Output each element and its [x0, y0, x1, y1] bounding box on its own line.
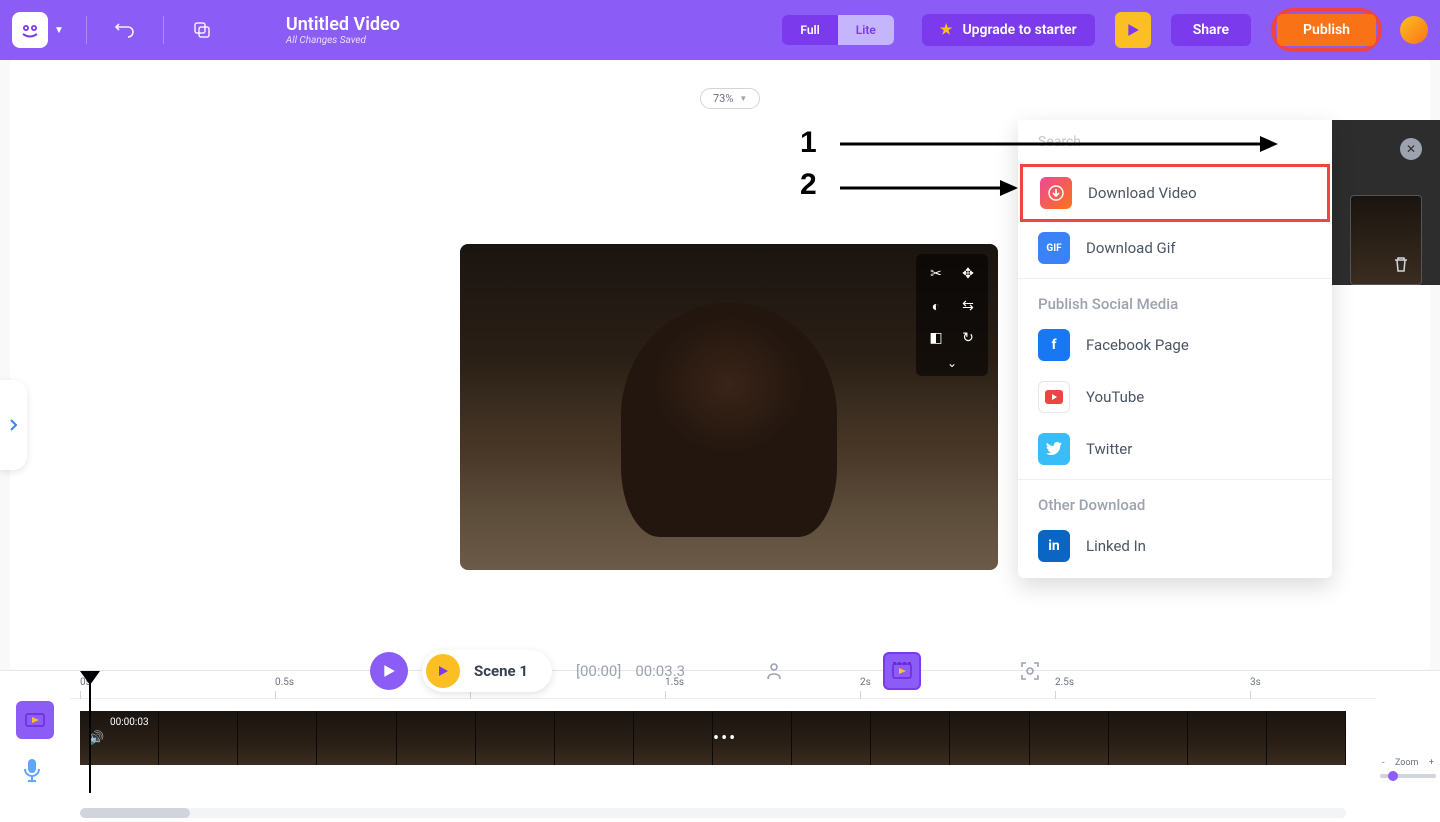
annotation-arrow-2 [840, 176, 1020, 200]
dropdown-item-label: Twitter [1086, 440, 1132, 458]
dropdown-item-label: Facebook Page [1086, 336, 1189, 354]
scrollbar-thumb[interactable] [80, 808, 190, 818]
video-preview[interactable]: ✂ ✥ ◐ ⇆ ◧ ↻ ⌄ [460, 244, 998, 570]
play-scene-button[interactable] [426, 654, 460, 688]
topbar: ▼ Untitled Video All Changes Saved Full … [0, 0, 1440, 60]
timeline-tools [0, 671, 70, 822]
user-avatar[interactable] [1400, 16, 1428, 44]
zoom-label: Zoom [1395, 758, 1418, 768]
divider [163, 16, 164, 44]
time-current: [00:00] [576, 662, 621, 680]
cut-icon[interactable]: ✂ [922, 260, 950, 288]
zoom-dropdown[interactable]: 73% ▼ [700, 88, 760, 109]
dropdown-item-download-video[interactable]: Download Video [1020, 164, 1330, 222]
timeline-scrollbar[interactable] [80, 808, 1346, 818]
timeline-clip[interactable]: 🔊 00:00:03 ••• [80, 711, 1346, 765]
play-all-button[interactable] [370, 652, 408, 690]
divider [1018, 479, 1332, 480]
contrast-icon[interactable]: ◐ [922, 292, 950, 320]
media-button[interactable] [883, 652, 921, 690]
download-gif-icon: GIF [1038, 232, 1070, 264]
dropdown-item-label: YouTube [1086, 388, 1144, 406]
download-video-icon [1040, 177, 1072, 209]
copy-button[interactable] [186, 16, 218, 44]
zoom-slider[interactable] [1380, 774, 1436, 778]
annotation-number-1: 1 [800, 126, 817, 160]
close-panel-button[interactable]: ✕ [1400, 138, 1422, 160]
publish-button[interactable]: Publish [1277, 14, 1376, 46]
timeline-video-track-button[interactable] [16, 701, 54, 739]
clip-options-icon[interactable]: ••• [713, 728, 737, 749]
dropdown-item-download-gif[interactable]: GIF Download Gif [1018, 222, 1332, 274]
timeline: 0s 0.5s 1s 1.5s 2s 2.5s 3s 🔊 00:00:03 ••… [0, 670, 1440, 822]
caret-down-icon: ▼ [739, 94, 747, 103]
dropdown-item-linkedin[interactable]: in Linked In [1018, 520, 1332, 572]
dropdown-section-social: Publish Social Media [1018, 283, 1332, 319]
playhead-line [89, 683, 91, 793]
logo-chevron-down-icon[interactable]: ▼ [54, 25, 64, 36]
expand-panel-handle[interactable] [0, 380, 27, 470]
delete-clip-icon[interactable] [1392, 255, 1414, 277]
zoom-slider-thumb[interactable] [1388, 771, 1398, 781]
mode-full-button[interactable]: Full [782, 15, 837, 45]
rotate-icon[interactable]: ↻ [954, 324, 982, 352]
dropdown-item-label: Download Video [1088, 184, 1197, 202]
time-total: 00:03.3 [635, 662, 685, 680]
app-logo[interactable] [12, 12, 48, 48]
expand-tools-icon[interactable]: ⌄ [922, 356, 982, 370]
workspace: 73% ▼ ✂ ✥ ◐ ⇆ ◧ ↻ ⌄ Sce [0, 60, 1440, 670]
upgrade-label: Upgrade to starter [962, 22, 1076, 38]
timeline-main[interactable]: 0s 0.5s 1s 1.5s 2s 2.5s 3s 🔊 00:00:03 ••… [70, 671, 1376, 822]
zoom-out-button[interactable]: - [1382, 758, 1385, 768]
video-title[interactable]: Untitled Video [286, 14, 400, 35]
divider [1018, 278, 1332, 279]
upgrade-button[interactable]: ★ Upgrade to starter [922, 14, 1095, 46]
zoom-in-button[interactable]: + [1429, 758, 1434, 768]
focus-icon[interactable] [1015, 656, 1045, 686]
dropdown-item-twitter[interactable]: Twitter [1018, 423, 1332, 475]
ruler-tick: 0.5s [275, 677, 294, 688]
timeline-zoom: - Zoom + [1380, 758, 1436, 778]
timeline-audio-button[interactable] [21, 757, 49, 785]
swap-icon[interactable]: ⇆ [954, 292, 982, 320]
preview-button[interactable] [1115, 12, 1151, 48]
playbar: Scene 1 [00:00] 00:03.3 [370, 650, 1045, 692]
annotation-number-2: 2 [800, 168, 817, 202]
save-status: All Changes Saved [286, 35, 400, 46]
dropdown-item-label: Download Gif [1086, 239, 1176, 257]
title-block: Untitled Video All Changes Saved [286, 14, 400, 46]
dropdown-item-youtube[interactable]: YouTube [1018, 371, 1332, 423]
dropdown-section-other: Other Download [1018, 484, 1332, 520]
mode-lite-button[interactable]: Lite [838, 15, 894, 45]
halftone-icon[interactable]: ◧ [922, 324, 950, 352]
annotation-publish-highlight: Publish [1271, 8, 1382, 52]
person-icon[interactable] [759, 656, 789, 686]
dropdown-item-facebook[interactable]: f Facebook Page [1018, 319, 1332, 371]
ruler-tick: 2.5s [1055, 677, 1074, 688]
mode-toggle: Full Lite [782, 15, 894, 45]
share-button[interactable]: Share [1171, 14, 1251, 46]
zoom-value: 73% [713, 92, 733, 105]
scene-selector[interactable]: Scene 1 [422, 650, 552, 692]
youtube-icon [1038, 381, 1070, 413]
linkedin-icon: in [1038, 530, 1070, 562]
scene-label: Scene 1 [474, 662, 528, 680]
ruler-tick: 3s [1250, 677, 1261, 688]
star-icon: ★ [940, 22, 953, 38]
video-content [621, 303, 836, 538]
clip-timecode: 00:00:03 [110, 717, 149, 728]
undo-button[interactable] [109, 16, 141, 44]
annotation-arrow-1 [840, 132, 1280, 156]
dropdown-item-label: Linked In [1086, 537, 1146, 555]
divider [86, 16, 87, 44]
publish-dropdown: Search Download Video GIF Download Gif P… [1018, 120, 1332, 578]
move-icon[interactable]: ✥ [954, 260, 982, 288]
twitter-icon [1038, 433, 1070, 465]
video-toolbar: ✂ ✥ ◐ ⇆ ◧ ↻ ⌄ [916, 254, 988, 376]
facebook-icon: f [1038, 329, 1070, 361]
